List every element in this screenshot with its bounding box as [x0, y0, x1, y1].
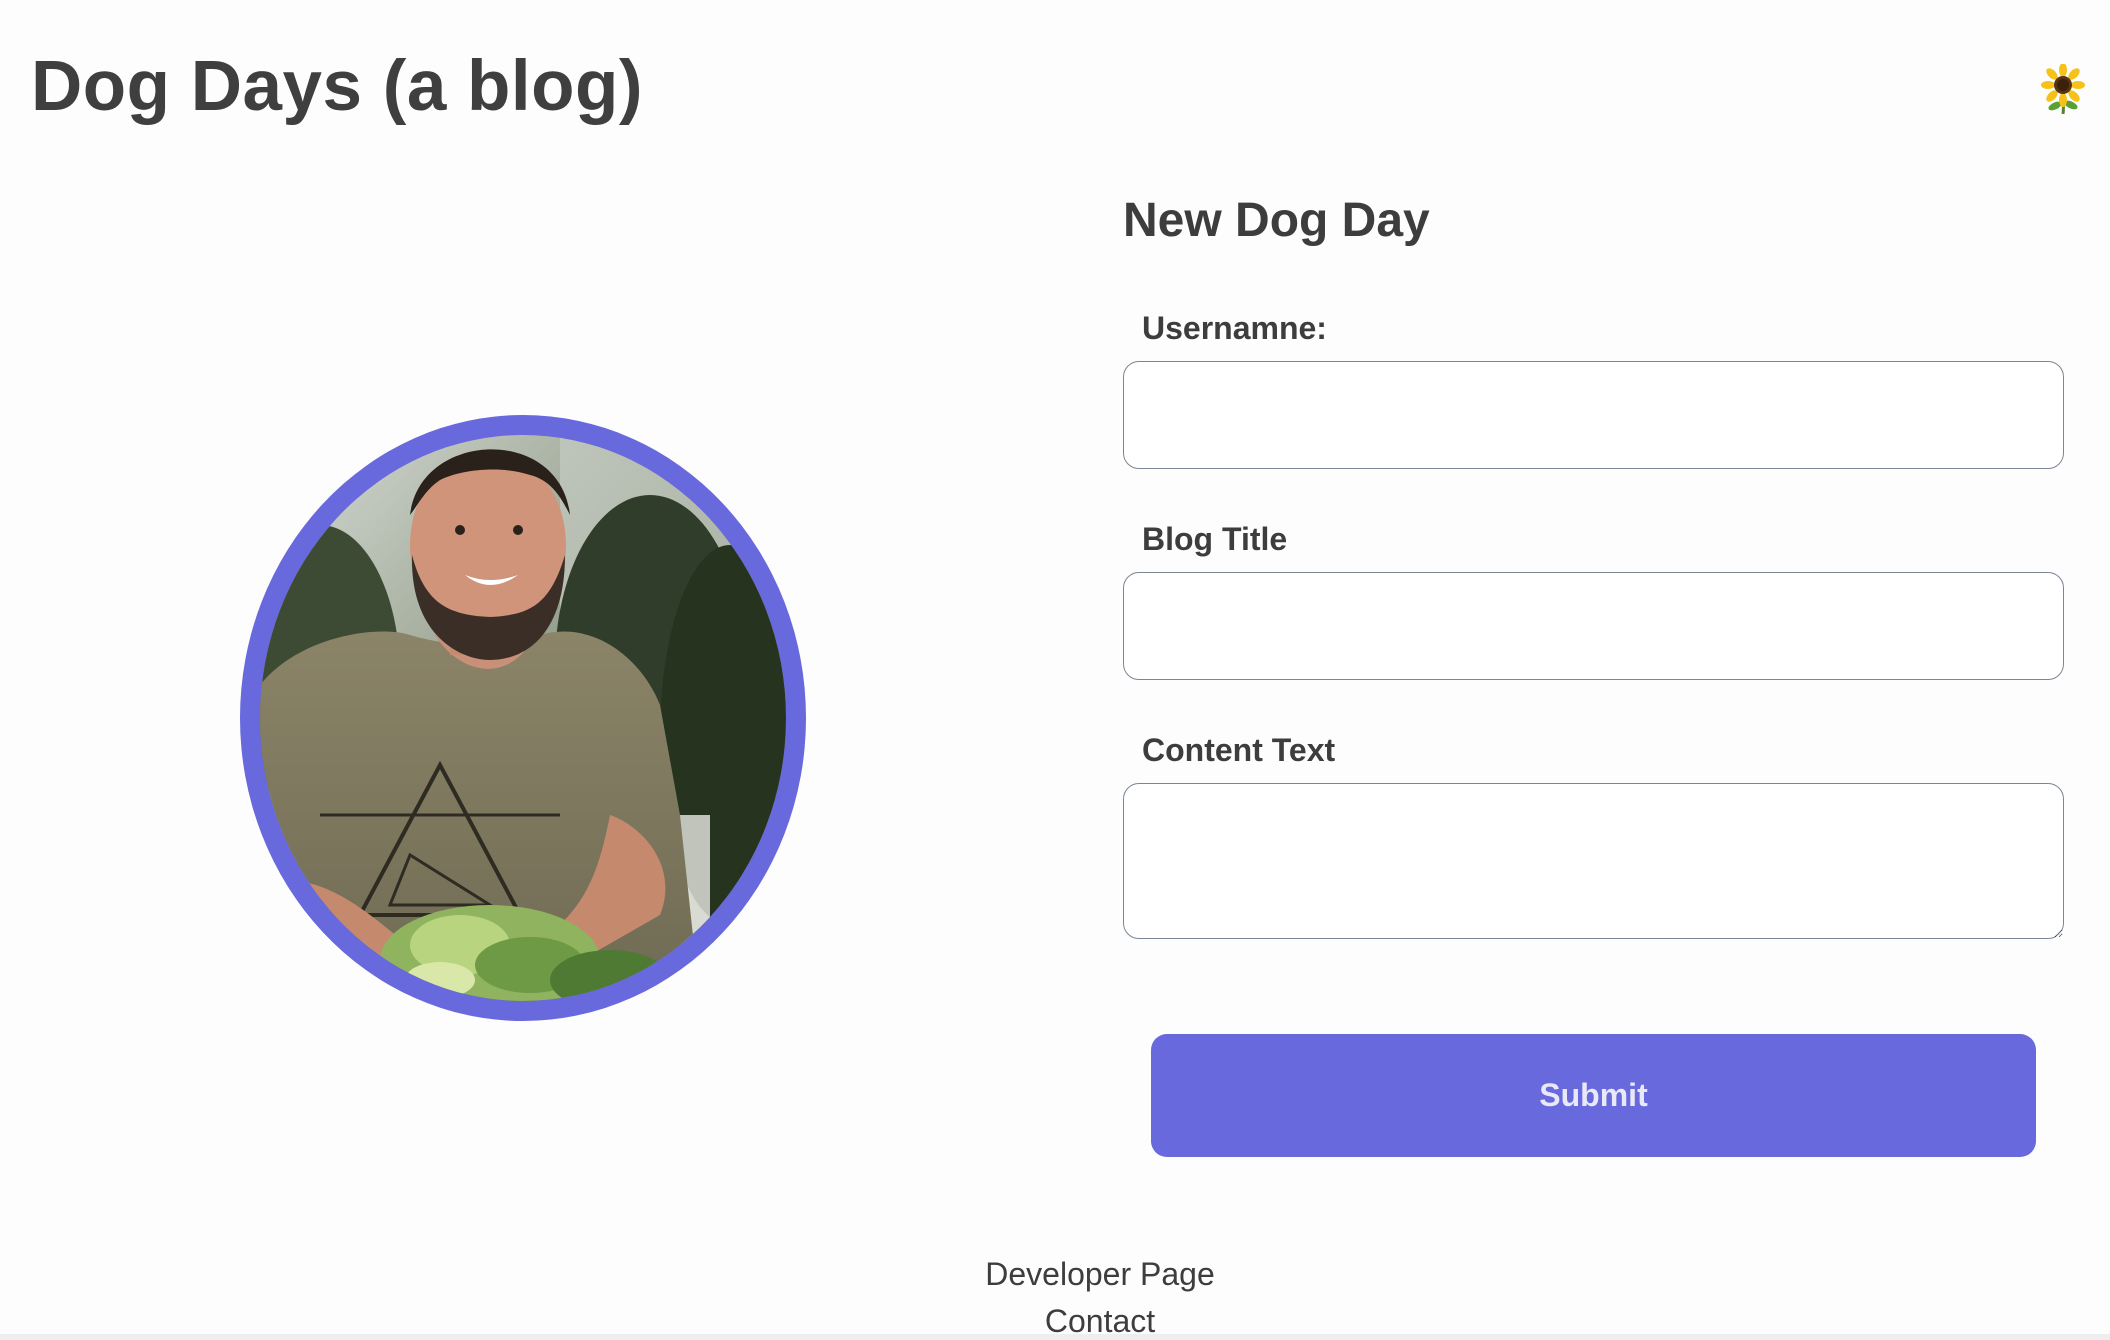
page: Dog Days (a blog) New Dog Day Usernamne:… [0, 0, 2110, 1340]
blog-title-input[interactable] [1123, 572, 2064, 680]
profile-photo [260, 435, 786, 1001]
username-input[interactable] [1123, 361, 2064, 469]
submit-button[interactable]: Submit [1151, 1034, 2036, 1157]
content-text-label: Content Text [1142, 732, 1336, 768]
site-title: Dog Days (a blog) [31, 47, 644, 126]
content-text-input[interactable] [1123, 783, 2064, 939]
sunflower-icon[interactable] [2038, 64, 2088, 114]
form-title: New Dog Day [1123, 194, 1430, 247]
blog-title-label: Blog Title [1142, 521, 1288, 557]
developer-page-link[interactable]: Developer Page [0, 1256, 2110, 1293]
username-label: Usernamne: [1142, 310, 1327, 346]
profile-photo-illustration [260, 435, 786, 1001]
page-bottom-edge [0, 1334, 2110, 1340]
profile-avatar-ring [240, 415, 806, 1021]
